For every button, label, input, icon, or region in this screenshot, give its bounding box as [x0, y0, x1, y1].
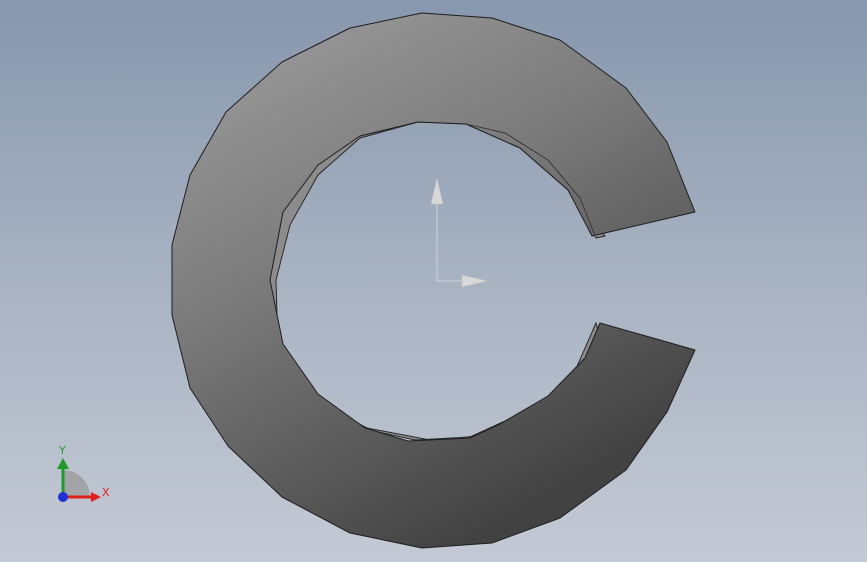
reference-triad[interactable]: Y X — [40, 440, 120, 510]
triad-y-label: Y — [58, 444, 66, 457]
triad-x-arrow-icon — [91, 492, 101, 502]
triad-x-label: X — [102, 486, 110, 499]
cad-graphics-viewport[interactable]: Y X — [0, 0, 867, 562]
model-view[interactable] — [0, 0, 867, 562]
triad-plane-shading — [63, 470, 90, 497]
ring-face[interactable] — [171, 12, 696, 549]
triad-z-dot-icon — [58, 492, 68, 502]
triad-y-arrow-icon — [57, 458, 69, 469]
origin-marker — [430, 177, 489, 288]
